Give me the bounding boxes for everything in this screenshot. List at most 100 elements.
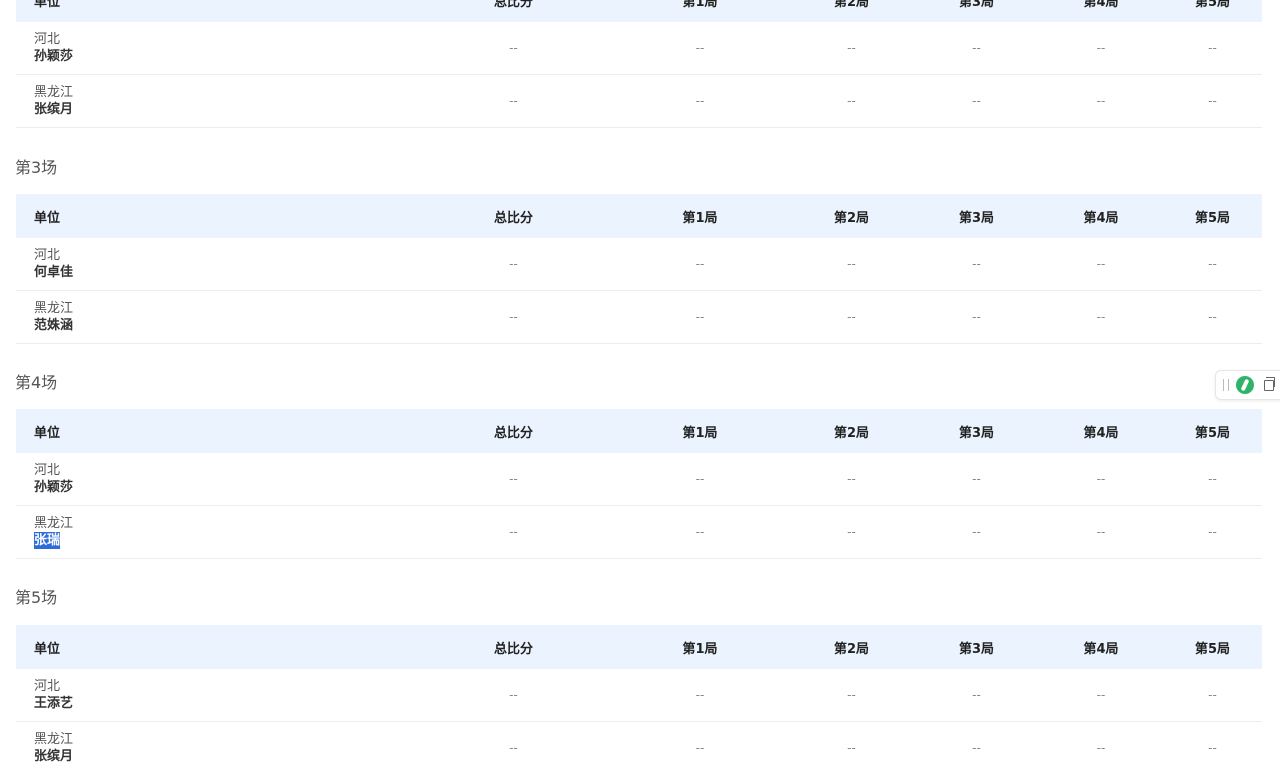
unit-cell: 黑龙江 张缤月 <box>16 74 416 128</box>
unit-cell: 河北 王添艺 <box>16 669 416 722</box>
player-name[interactable]: 孙颖莎 <box>34 479 73 496</box>
game-score-cell: -- <box>914 505 1039 559</box>
game-score-cell: -- <box>1163 721 1262 764</box>
column-header: 总比分 <box>416 625 611 669</box>
column-header: 第2局 <box>789 0 914 22</box>
game-score-cell: -- <box>789 453 914 506</box>
game-score-cell: -- <box>611 290 789 344</box>
column-header: 第5局 <box>1163 625 1262 669</box>
column-header: 第1局 <box>611 0 789 22</box>
total-score-cell: -- <box>416 22 611 75</box>
game-score-cell: -- <box>914 22 1039 75</box>
floating-toolbar <box>1215 370 1280 400</box>
unit-cell: 黑龙江 范姝涵 <box>16 290 416 344</box>
game-score-cell: -- <box>1039 238 1163 291</box>
column-header: 第2局 <box>789 409 914 453</box>
unit-cell: 河北 孙颖莎 <box>16 22 416 75</box>
game-score-cell: -- <box>1163 669 1262 722</box>
game-score-cell: -- <box>1163 505 1262 559</box>
game-score-cell: -- <box>914 721 1039 764</box>
table-row: 河北 王添艺 -- -- -- -- -- -- <box>16 669 1262 722</box>
game-score-cell: -- <box>789 238 914 291</box>
game-score-cell: -- <box>611 505 789 559</box>
total-score-cell: -- <box>416 505 611 559</box>
copy-icon[interactable] <box>1264 377 1275 391</box>
team-name: 黑龙江 <box>34 301 74 316</box>
table-header-row: 单位 总比分 第1局 第2局 第3局 第4局 第5局 <box>16 409 1262 453</box>
game-score-cell: -- <box>1039 290 1163 344</box>
player-name[interactable]: 张缤月 <box>34 748 73 764</box>
column-header: 单位 <box>16 0 416 22</box>
game-score-cell: -- <box>789 290 914 344</box>
table-row: 河北 何卓佳 -- -- -- -- -- -- <box>16 238 1262 291</box>
total-score-cell: -- <box>416 238 611 291</box>
table-header-row: 单位 总比分 第1局 第2局 第3局 第4局 第5局 <box>16 194 1262 238</box>
app-logo-icon[interactable] <box>1236 376 1254 394</box>
column-header: 第4局 <box>1039 194 1163 238</box>
player-name[interactable]: 张瑞 <box>34 532 61 549</box>
game-score-cell: -- <box>611 669 789 722</box>
game-score-cell: -- <box>789 22 914 75</box>
column-header: 第3局 <box>914 409 1039 453</box>
column-header: 第1局 <box>611 409 789 453</box>
column-header: 第2局 <box>789 194 914 238</box>
game-score-cell: -- <box>914 669 1039 722</box>
total-score-cell: -- <box>416 669 611 722</box>
table-header-row: 单位 总比分 第1局 第2局 第3局 第4局 第5局 <box>16 0 1262 22</box>
match-score-table: 单位 总比分 第1局 第2局 第3局 第4局 第5局 河北 孙颖莎 -- -- -- -- -- -- 黑龙江… <box>16 0 1262 128</box>
game-score-cell: -- <box>1163 238 1262 291</box>
total-score-cell: -- <box>416 453 611 506</box>
game-score-cell: -- <box>914 74 1039 128</box>
column-header: 总比分 <box>416 0 611 22</box>
table-row: 河北 孙颖莎 -- -- -- -- -- -- <box>16 22 1262 75</box>
game-score-cell: -- <box>789 721 914 764</box>
match-score-table: 单位 总比分 第1局 第2局 第3局 第4局 第5局 河北 王添艺 -- -- -- -- -- -- 黑龙江… <box>16 625 1262 764</box>
match-title: 第4场 <box>15 373 58 392</box>
game-score-cell: -- <box>611 238 789 291</box>
game-score-cell: -- <box>789 669 914 722</box>
column-header: 第4局 <box>1039 625 1163 669</box>
table-row: 黑龙江 张瑞 -- -- -- -- -- -- <box>16 505 1262 559</box>
table-row: 黑龙江 范姝涵 -- -- -- -- -- -- <box>16 290 1262 344</box>
game-score-cell: -- <box>789 74 914 128</box>
match-title: 第3场 <box>15 158 58 177</box>
player-name[interactable]: 王添艺 <box>34 695 73 712</box>
unit-cell: 河北 孙颖莎 <box>16 453 416 506</box>
unit-cell: 黑龙江 张瑞 <box>16 505 416 559</box>
team-name: 黑龙江 <box>34 732 74 747</box>
team-name: 河北 <box>34 248 61 263</box>
game-score-cell: -- <box>1039 74 1163 128</box>
table-row: 黑龙江 张缤月 -- -- -- -- -- -- <box>16 74 1262 128</box>
game-score-cell: -- <box>914 238 1039 291</box>
player-name[interactable]: 范姝涵 <box>34 317 73 334</box>
unit-cell: 黑龙江 张缤月 <box>16 721 416 764</box>
game-score-cell: -- <box>789 505 914 559</box>
game-score-cell: -- <box>1163 453 1262 506</box>
game-score-cell: -- <box>1039 721 1163 764</box>
game-score-cell: -- <box>611 22 789 75</box>
drag-handle-icon[interactable] <box>1223 379 1229 391</box>
game-score-cell: -- <box>1039 505 1163 559</box>
column-header: 第5局 <box>1163 0 1262 22</box>
game-score-cell: -- <box>1163 74 1262 128</box>
unit-cell: 河北 何卓佳 <box>16 238 416 291</box>
player-name[interactable]: 孙颖莎 <box>34 48 73 65</box>
table-row: 河北 孙颖莎 -- -- -- -- -- -- <box>16 453 1262 506</box>
column-header: 总比分 <box>416 194 611 238</box>
column-header: 第4局 <box>1039 409 1163 453</box>
game-score-cell: -- <box>1163 290 1262 344</box>
column-header: 第5局 <box>1163 194 1262 238</box>
column-header: 单位 <box>16 409 416 453</box>
game-score-cell: -- <box>611 74 789 128</box>
player-name[interactable]: 何卓佳 <box>34 264 73 281</box>
team-name: 黑龙江 <box>34 516 74 531</box>
match-score-table: 单位 总比分 第1局 第2局 第3局 第4局 第5局 河北 孙颖莎 -- -- -- -- -- -- 黑龙江… <box>16 409 1262 559</box>
game-score-cell: -- <box>1039 22 1163 75</box>
column-header: 第2局 <box>789 625 914 669</box>
game-score-cell: -- <box>1163 22 1262 75</box>
column-header: 单位 <box>16 194 416 238</box>
table-row: 黑龙江 张缤月 -- -- -- -- -- -- <box>16 721 1262 764</box>
player-name[interactable]: 张缤月 <box>34 101 73 118</box>
game-score-cell: -- <box>611 721 789 764</box>
team-name: 河北 <box>34 463 61 478</box>
